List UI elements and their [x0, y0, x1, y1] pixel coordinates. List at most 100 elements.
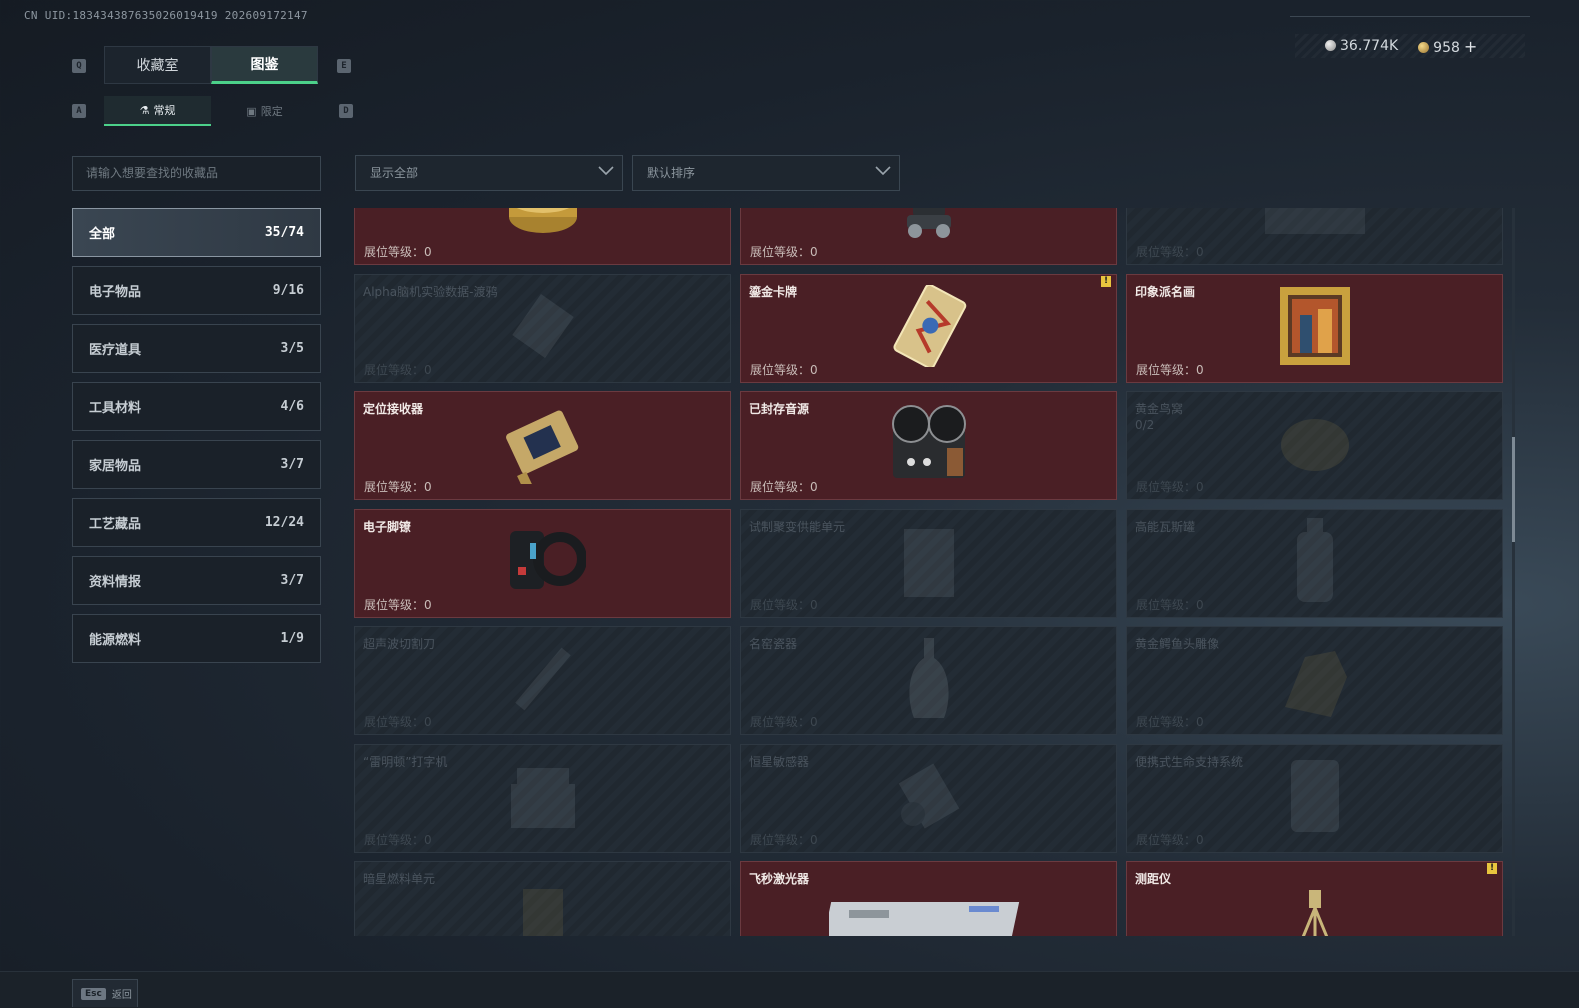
- key-hint-q: Q: [72, 59, 86, 73]
- robot-icon: [899, 208, 959, 245]
- category-all[interactable]: 全部 35/74: [72, 208, 321, 257]
- item-name: 电子脚镣: [363, 519, 412, 534]
- anklet-icon: [500, 523, 587, 603]
- category-home[interactable]: 家居物品 3/7: [72, 440, 321, 489]
- item-name: 印象派名画: [1135, 284, 1196, 299]
- collectible-card[interactable]: 暗星燃料单元展位等级：0: [354, 861, 731, 936]
- subtab-regular[interactable]: ⚗ 常规: [104, 96, 211, 126]
- reel-icon: [887, 402, 971, 490]
- back-label: 返回: [111, 990, 132, 1001]
- add-currency-button[interactable]: +: [1464, 37, 1477, 56]
- category-medical[interactable]: 医疗道具 3/5: [72, 324, 321, 373]
- esc-key-hint: Esc: [81, 987, 106, 1000]
- alert-badge: !: [1487, 863, 1497, 874]
- sort-dropdown[interactable]: 默认排序: [632, 155, 900, 191]
- subtab-limited[interactable]: ▣ 限定: [211, 96, 318, 126]
- display-level-label: 展位等级：0: [364, 245, 432, 259]
- uid-text: CN UID:18343438763502601941​9 2026091721…: [24, 9, 308, 22]
- top-divider: [1290, 16, 1530, 17]
- silver-coin-icon: [1325, 40, 1336, 51]
- key-hint-e: E: [337, 59, 351, 73]
- item-name: 暗星燃料单元: [363, 872, 436, 886]
- collectible-card[interactable]: 展位等级：0: [1126, 208, 1503, 265]
- collectible-card[interactable]: 试制聚变供能单元 展位等级：0: [740, 508, 1117, 618]
- sub-tabs: ⚗ 常规 ▣ 限定: [104, 96, 318, 126]
- category-tools[interactable]: 工具材料 4/6: [72, 382, 321, 431]
- back-button[interactable]: Esc 返回: [72, 979, 138, 1007]
- collectible-card[interactable]: 定位接收器展位等级：0: [354, 391, 731, 500]
- display-level-label: 展位等级：0: [750, 597, 818, 612]
- collectible-card[interactable]: 电子脚镣展位等级：0: [354, 508, 731, 618]
- item-name: 飞秒激光器: [749, 872, 810, 886]
- laser-icon: [820, 884, 1029, 936]
- display-level-label: 展位等级：0: [364, 715, 432, 729]
- collectible-card[interactable]: 名窑瓷器 展位等级：0: [740, 626, 1117, 735]
- key-hint-a: A: [72, 104, 86, 118]
- item-progress: 0/2: [1135, 418, 1155, 432]
- category-crafts[interactable]: 工艺藏品 12/24: [72, 498, 321, 547]
- tab-catalog[interactable]: 图鉴: [211, 46, 318, 84]
- lifesupport-icon: [1275, 754, 1355, 842]
- item-name: 高能瓦斯罐: [1135, 519, 1196, 534]
- display-level-label: 展位等级：0: [364, 832, 432, 847]
- collectible-card[interactable]: Alpha脑机实验数据-渡鸦 展位等级：0: [354, 273, 731, 383]
- box-icon: ▣: [246, 104, 257, 118]
- collectible-card[interactable]: 已封存音源 展位等级：0: [740, 391, 1117, 500]
- collectible-card[interactable]: 黄金鳄鱼头雕像 展位等级：0: [1126, 626, 1503, 735]
- gold-coin-icon: [1418, 41, 1430, 53]
- canister-icon: [1285, 516, 1345, 610]
- item-name: 黄金鳄鱼头雕像: [1135, 637, 1220, 651]
- category-intel[interactable]: 资料情报 3/7: [72, 556, 321, 605]
- display-level-label: 展位等级：0: [750, 480, 818, 494]
- display-level-label: 展位等级：0: [750, 715, 818, 729]
- display-level-label: 展位等级：0: [1136, 597, 1204, 612]
- tab-collection-room[interactable]: 收藏室: [104, 46, 211, 84]
- caviar-icon: [506, 208, 580, 243]
- display-level-label: 展位等级：0: [364, 362, 432, 377]
- main-tabs: 收藏室 图鉴: [104, 46, 318, 84]
- currency-bar: 36.774K 958 +: [1295, 34, 1525, 58]
- category-electronics[interactable]: 电子物品 9/16: [72, 266, 321, 315]
- display-level-label: 展位等级：0: [1136, 715, 1204, 729]
- nest-icon: [1275, 409, 1355, 483]
- item-name: 恒星敏感器: [749, 754, 810, 769]
- category-energy[interactable]: 能源燃料 1/9: [72, 614, 321, 663]
- collectible-card[interactable]: “雷明顿”打字机 展位等级：0: [354, 743, 731, 853]
- collectible-card[interactable]: 黄金鸟窝 0/2 展位等级：0: [1126, 391, 1503, 500]
- collectible-card[interactable]: 印象派名画 展位等级：0: [1126, 273, 1503, 383]
- category-list: 全部 35/74 电子物品 9/16 医疗道具 3/5 工具材料 4/6 家居物品 3/7…: [72, 208, 321, 672]
- item-name: 超声波切割刀: [363, 637, 436, 651]
- item-name: 试制聚变供能单元: [749, 519, 846, 534]
- display-level-label: 展位等级：0: [1136, 245, 1204, 259]
- item-name: 定位接收器: [363, 402, 424, 416]
- collectible-card[interactable]: 飞秒激光器展位等级：0: [740, 861, 1117, 936]
- scrollbar-thumb[interactable]: [1512, 437, 1515, 542]
- collectible-card[interactable]: 展位等级：0: [740, 208, 1117, 265]
- display-level-label: 展位等级：0: [364, 597, 432, 612]
- item-name: 便携式生命支持系统: [1135, 754, 1244, 769]
- flask-icon: ⚗: [139, 103, 150, 117]
- collectible-card[interactable]: 便携式生命支持系统 展位等级：0: [1126, 743, 1503, 853]
- silver-currency: 36.774K: [1325, 38, 1398, 54]
- display-level-label: 展位等级：0: [750, 362, 818, 377]
- collectible-card[interactable]: 测距仪展位等级：0!: [1126, 861, 1503, 936]
- bottom-bar: [0, 971, 1579, 1008]
- item-name: Alpha脑机实验数据-渡鸦: [363, 284, 498, 299]
- statue-icon: [1275, 637, 1355, 725]
- display-level-label: 展位等级：0: [1136, 832, 1204, 847]
- card-icon: [886, 283, 972, 371]
- display-level-label: 展位等级：0: [364, 480, 432, 494]
- collectible-card[interactable]: 展位等级：0: [354, 208, 731, 265]
- filter-dropdown[interactable]: 显示全部: [355, 155, 623, 191]
- collectible-card[interactable]: 超声波切割刀 展位等级：0: [354, 626, 731, 735]
- chevron-down-icon: [598, 166, 614, 176]
- collectible-card[interactable]: 恒星敏感器 展位等级：0: [740, 743, 1117, 853]
- item-grid: 展位等级：0 展位等级：0 展位等级：0 Alpha脑机实验数据-渡鸦 展位等级：0 鎏金…: [354, 208, 1504, 936]
- painting-icon: [1278, 285, 1352, 371]
- collectible-card[interactable]: 鎏金卡牌 展位等级：0!: [740, 273, 1117, 383]
- scrollbar-track[interactable]: [1512, 208, 1515, 936]
- typewriter-icon: [503, 758, 583, 838]
- search-input[interactable]: 请输入想要查找的收藏品: [72, 156, 321, 191]
- chevron-down-icon: [875, 166, 891, 176]
- collectible-card[interactable]: 高能瓦斯罐展位等级：0: [1126, 508, 1503, 618]
